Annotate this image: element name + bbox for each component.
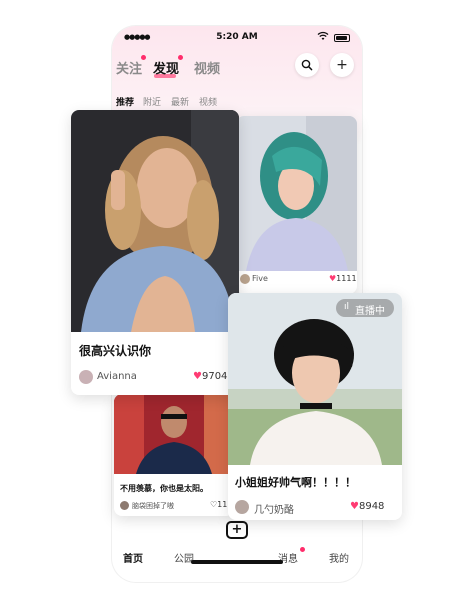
search-icon	[301, 59, 313, 75]
avatar	[240, 274, 250, 284]
nav-home[interactable]: 首页	[123, 550, 143, 565]
nav-profile[interactable]: 我的	[329, 550, 349, 565]
status-bar: ●●●●● 5:20 AM	[112, 26, 362, 50]
post-title: 小姐姐好帅气啊！！！！	[235, 476, 356, 489]
avatar	[120, 501, 129, 510]
post-photo	[71, 110, 239, 332]
like-count[interactable]: ♥8948	[350, 501, 384, 512]
post-title: 不用羡慕，你也是太阳。	[120, 484, 208, 493]
like-count-value: 11	[217, 500, 228, 509]
post-photo	[236, 116, 357, 271]
wifi-icon	[317, 31, 329, 44]
live-badge-label: 直播中	[355, 306, 385, 317]
post-card-live[interactable]: ıl 直播中 小姐姐好帅气啊！！！！ 几勺奶酪 ♥8948	[228, 293, 402, 520]
battery-icon	[334, 34, 350, 42]
subtab-latest[interactable]: 最新	[171, 95, 189, 108]
like-count[interactable]: ♥1111	[329, 274, 357, 283]
like-count[interactable]: ♡11	[210, 500, 227, 509]
like-count[interactable]: ♥9704	[193, 371, 227, 382]
live-bars-icon: ıl	[344, 302, 350, 312]
author-name: Five	[252, 274, 268, 283]
heart-icon: ♥	[350, 501, 359, 512]
publish-button[interactable]: +	[226, 521, 248, 539]
avatar	[235, 500, 249, 514]
subtab-recommend[interactable]: 推荐	[116, 95, 134, 108]
notification-dot	[178, 55, 183, 60]
author-name: 几勺奶酪	[254, 505, 294, 516]
tab-following-label: 关注	[116, 62, 143, 77]
plus-icon: +	[231, 522, 243, 537]
avatar	[79, 370, 93, 384]
post-card-five[interactable]: Five ♥1111	[236, 116, 357, 294]
like-count-value: 9704	[201, 371, 228, 382]
tab-following[interactable]: 关注	[116, 55, 146, 77]
subtab-video[interactable]: 视频	[199, 95, 217, 108]
author-name: 脑袋困掉了嗷	[132, 502, 174, 510]
plus-icon: +	[336, 57, 348, 73]
author-name: Avianna	[97, 371, 137, 382]
post-card-sun[interactable]: 不用羡慕，你也是太阳。 脑袋困掉了嗷 ♡11	[114, 394, 234, 516]
notification-dot	[141, 55, 146, 60]
like-count-value: 1111	[336, 274, 357, 283]
post-photo	[114, 394, 234, 474]
post-card-main[interactable]: 很高兴认识你 Avianna ♥9704	[71, 110, 239, 395]
tab-discover-label: 发现	[153, 62, 180, 77]
search-button[interactable]	[295, 53, 319, 77]
like-count-value: 8948	[358, 501, 385, 512]
tab-discover[interactable]: 发现	[153, 55, 183, 77]
notification-dot	[300, 547, 305, 552]
add-post-button[interactable]: +	[330, 53, 354, 77]
heart-icon: ♥	[193, 371, 202, 382]
post-photo	[228, 293, 402, 465]
home-indicator	[191, 560, 283, 564]
live-badge: ıl 直播中	[336, 299, 394, 317]
post-title: 很高兴认识你	[79, 344, 152, 358]
tab-video[interactable]: 视频	[194, 58, 220, 77]
tab-video-label: 视频	[194, 62, 221, 77]
subtab-nearby[interactable]: 附近	[143, 95, 161, 108]
